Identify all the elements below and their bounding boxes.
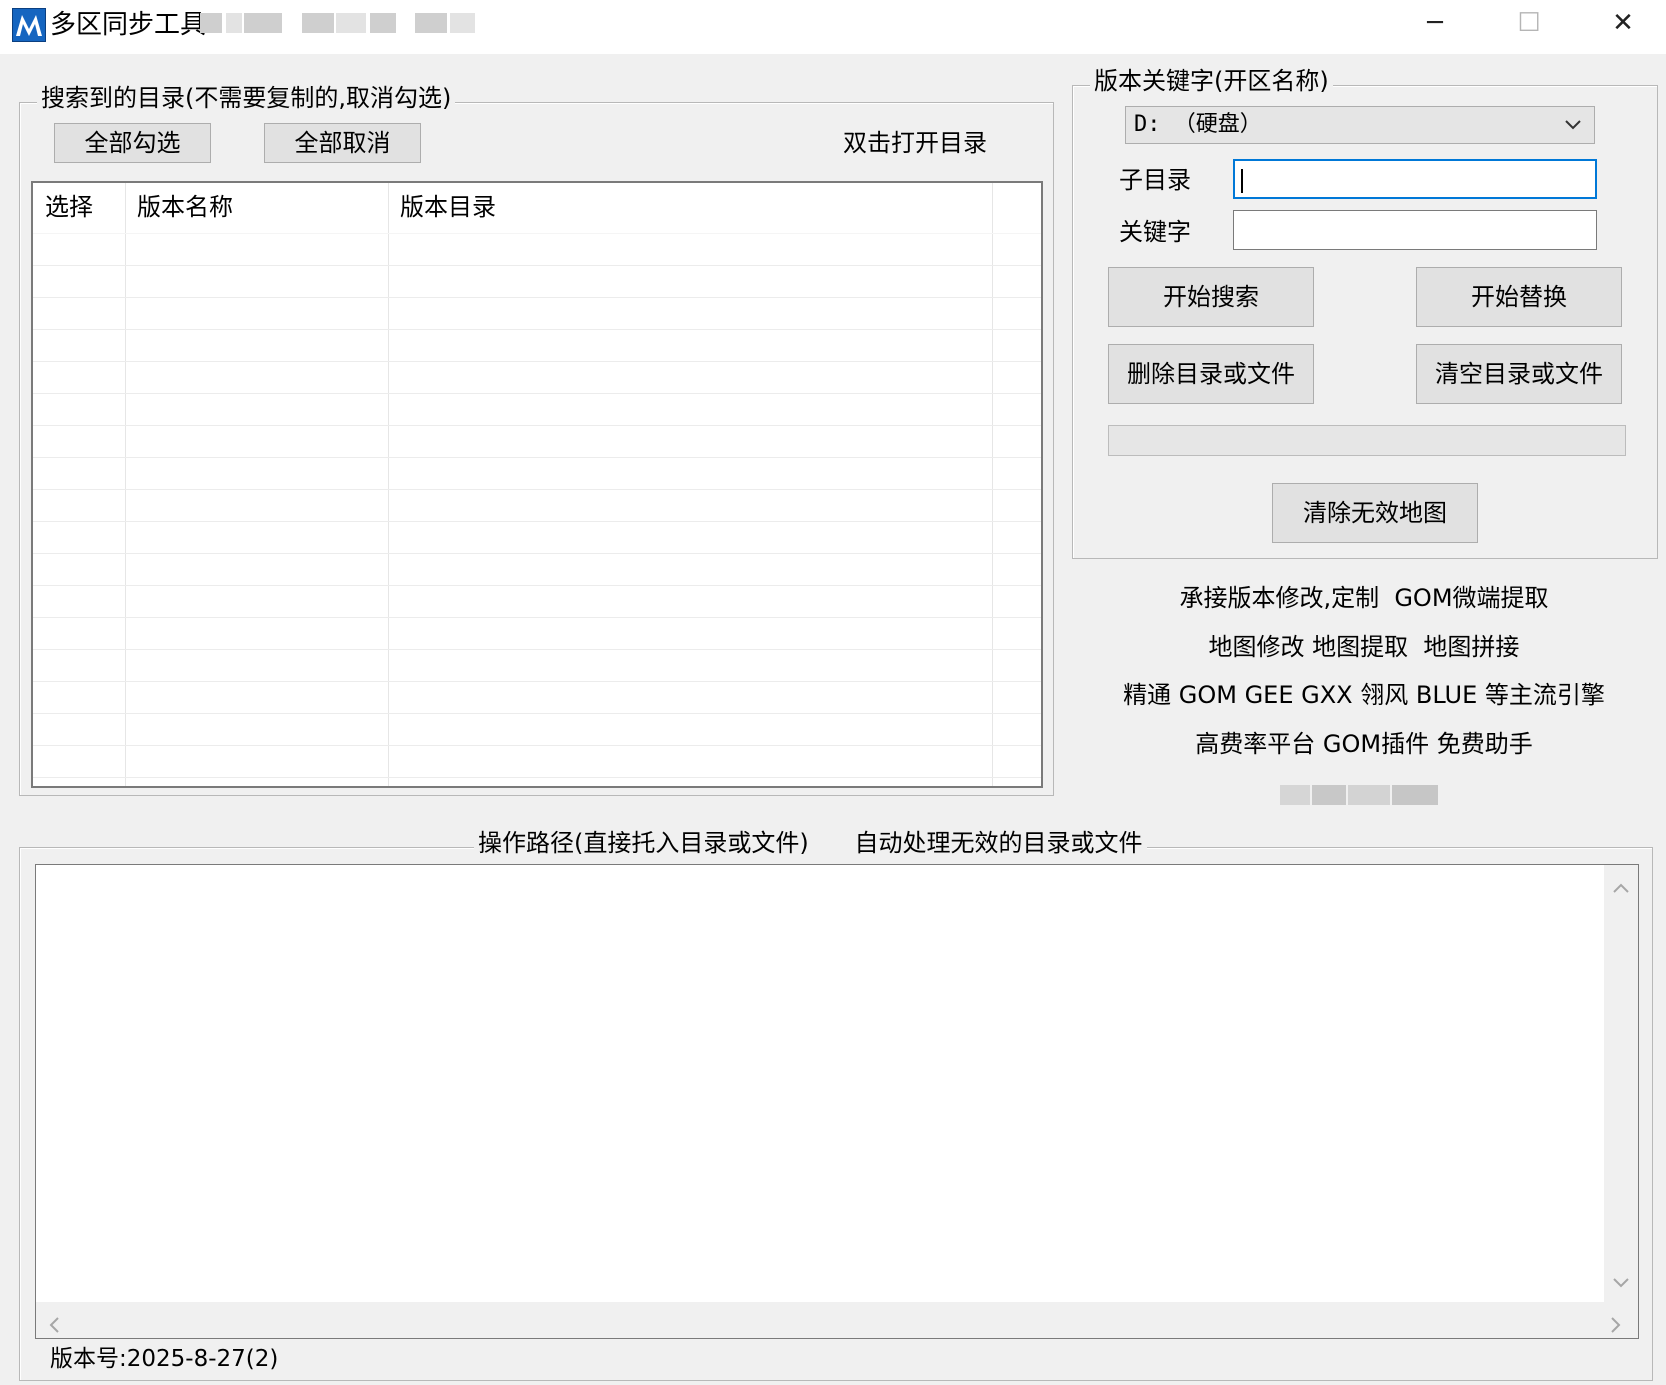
table-row [33,617,1041,650]
operation-group-legend: 操作路径(直接托入目录或文件) 自动处理无效的目录或文件 [474,828,1147,858]
blurred-title-part [200,13,222,33]
table-row [33,329,1041,362]
keyword-input[interactable] [1233,210,1597,250]
blurred-contact [1312,785,1346,805]
drive-select[interactable]: D: （硬盘） [1125,106,1595,144]
table-row [33,297,1041,330]
blurred-title-part [370,13,396,33]
subdir-input[interactable] [1233,159,1597,199]
app-logo-icon [12,8,46,42]
clear-invalid-maps-button[interactable]: 清除无效地图 [1272,483,1478,543]
operation-path-textarea[interactable] [35,864,1639,1339]
blurred-title-part [450,13,475,33]
table-row [33,393,1041,426]
scroll-right-arrow-icon[interactable] [1610,1312,1622,1338]
delete-dir-or-file-button[interactable]: 删除目录或文件 [1108,344,1314,404]
scroll-up-arrow-icon[interactable] [1604,875,1638,901]
minimize-button[interactable]: ─ [1388,0,1482,46]
progress-bar [1108,425,1626,456]
blurred-title-part [244,13,282,33]
directory-list[interactable]: 选择 版本名称 版本目录 [31,181,1043,788]
table-row [33,425,1041,458]
table-row [33,457,1041,490]
table-row [33,233,1041,266]
vertical-scrollbar[interactable] [1604,865,1638,1302]
blurred-contact [1348,785,1390,805]
directory-group-legend: 搜索到的目录(不需要复制的,取消勾选) [37,83,456,113]
double-click-hint: 双击打开目录 [843,129,987,157]
close-button[interactable]: ✕ [1576,0,1666,46]
start-search-button[interactable]: 开始搜索 [1108,267,1314,327]
deselect-all-button[interactable]: 全部取消 [264,123,421,163]
window-title: 多区同步工具 [50,10,207,40]
version-label: 版本号:2025-8-27(2) [50,1346,279,1372]
scroll-down-arrow-icon[interactable] [1604,1270,1638,1296]
blurred-contact [1392,785,1438,805]
blurred-title-part [415,13,447,33]
horizontal-scrollbar[interactable] [36,1302,1638,1338]
maximize-button[interactable]: ☐ [1482,0,1576,46]
table-row [33,361,1041,394]
blurred-title-part [302,13,334,33]
table-row [33,585,1041,618]
table-row [33,553,1041,586]
promo-line-4: 高费率平台 GOM插件 免费助手 [1195,730,1533,758]
drive-select-value: D: （硬盘） [1134,112,1262,137]
table-row [33,265,1041,298]
table-row [33,521,1041,554]
table-row [33,489,1041,522]
keyword-label: 关键字 [1119,218,1191,246]
scroll-left-arrow-icon[interactable] [48,1312,60,1338]
promo-line-2: 地图修改 地图提取 地图拼接 [1208,633,1520,661]
blurred-contact [1280,785,1310,805]
subdir-label: 子目录 [1119,166,1191,194]
chevron-down-icon [1565,120,1581,130]
column-header-version-dir[interactable]: 版本目录 [400,191,496,223]
keyword-group-legend: 版本关键字(开区名称) [1090,66,1333,96]
table-row [33,713,1041,746]
blurred-title-part [336,13,366,33]
column-header-select[interactable]: 选择 [45,191,93,223]
promo-line-1: 承接版本修改,定制 GOM微端提取 [1179,584,1549,612]
start-replace-button[interactable]: 开始替换 [1416,267,1622,327]
promo-line-3: 精通 GOM GEE GXX 翎风 BLUE 等主流引擎 [1123,681,1605,709]
select-all-button[interactable]: 全部勾选 [54,123,211,163]
text-caret [1241,169,1243,193]
table-row [33,681,1041,714]
table-row [33,649,1041,682]
blurred-title-part [226,13,242,33]
table-row [33,745,1041,778]
clear-dir-or-file-button[interactable]: 清空目录或文件 [1416,344,1622,404]
column-header-version-name[interactable]: 版本名称 [137,191,233,223]
